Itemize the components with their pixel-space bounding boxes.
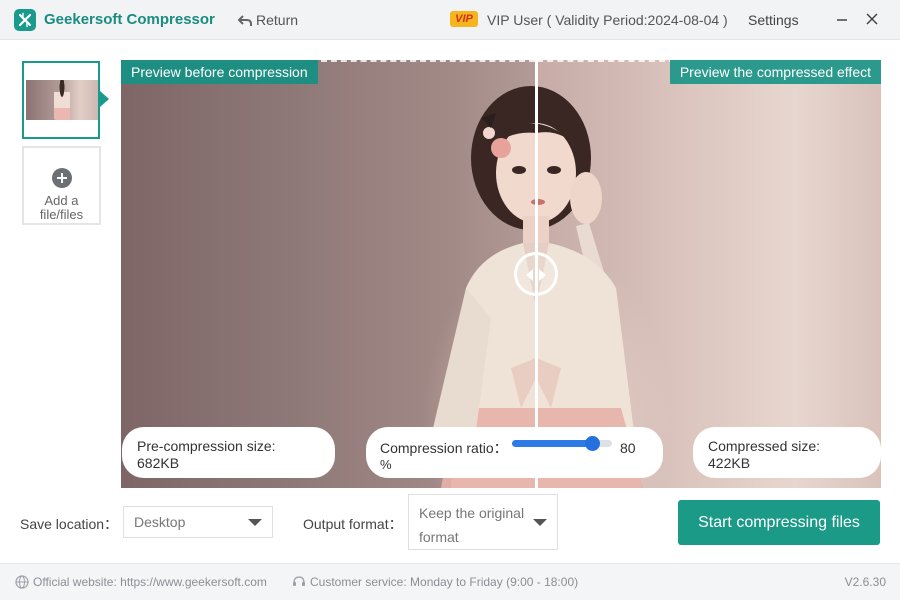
pre-size-panel: Pre-compression size: 682KB (122, 427, 335, 478)
close-icon[interactable] (865, 12, 879, 26)
output-format-label: Output format： (303, 516, 403, 532)
save-location-value: Desktop (134, 514, 186, 530)
website-text: Official website: https://www.geekersoft… (33, 575, 267, 589)
globe-icon (15, 575, 29, 589)
customer-service: Customer service: Monday to Friday (9:00… (292, 575, 578, 589)
ratio-slider-fill (512, 440, 592, 447)
selected-indicator (100, 91, 109, 107)
customer-service-text: Customer service: Monday to Friday (9:00… (310, 575, 579, 589)
chevron-down-icon (248, 519, 262, 526)
add-file-button[interactable]: Add a file/files (22, 146, 101, 225)
output-format-value: Keep the original format (419, 505, 525, 545)
version-label: V2.6.30 (844, 575, 886, 589)
logo-icon (14, 9, 36, 31)
post-size-value: 422KB (708, 455, 751, 471)
ratio-unit: % (380, 457, 392, 472)
compare-handle-icon[interactable] (514, 252, 558, 296)
footer: Official website: https://www.geekersoft… (0, 563, 900, 600)
ratio-value: 80 (620, 440, 636, 456)
thumbnail-image (26, 80, 98, 120)
app-title: Geekersoft Compressor (44, 11, 215, 28)
return-arrow-icon (238, 15, 252, 26)
settings-button[interactable]: Settings (748, 12, 799, 28)
headset-icon (293, 576, 305, 586)
save-location-select[interactable]: Desktop (123, 506, 273, 538)
vip-badge: VIP (450, 11, 478, 27)
post-size-label: Compressed size: (708, 438, 821, 454)
output-format-select[interactable]: Keep the original format (408, 494, 558, 550)
file-thumbnail[interactable] (22, 61, 100, 139)
ratio-label: Compression ratio： (380, 440, 508, 456)
pre-size-label: Pre-compression size: (137, 438, 276, 454)
post-size-panel: Compressed size: 422KB (693, 427, 881, 478)
chevron-down-icon (533, 519, 547, 526)
ratio-panel: Compression ratio： 80 % (366, 427, 663, 478)
add-file-label: Add a file/files (39, 193, 84, 222)
pre-size-value: 682KB (137, 455, 180, 471)
preview-area: Preview before compression Preview the c… (121, 60, 881, 488)
ratio-slider[interactable] (512, 436, 612, 451)
after-label: Preview the compressed effect (669, 60, 881, 84)
save-location-label: Save location： (20, 516, 119, 532)
return-label: Return (256, 12, 299, 28)
return-button[interactable]: Return (238, 12, 298, 28)
ratio-slider-knob[interactable] (585, 436, 600, 451)
before-label: Preview before compression (121, 60, 318, 84)
start-compress-button[interactable]: Start compressing files (678, 500, 880, 545)
title-bar: Geekersoft Compressor Return VIP VIP Use… (0, 0, 900, 40)
website-link[interactable]: Official website: https://www.geekersoft… (15, 575, 267, 589)
vip-status: VIP User ( Validity Period:2024-08-04 ) (487, 12, 728, 28)
minimize-icon[interactable] (835, 12, 849, 26)
add-icon (52, 168, 72, 188)
